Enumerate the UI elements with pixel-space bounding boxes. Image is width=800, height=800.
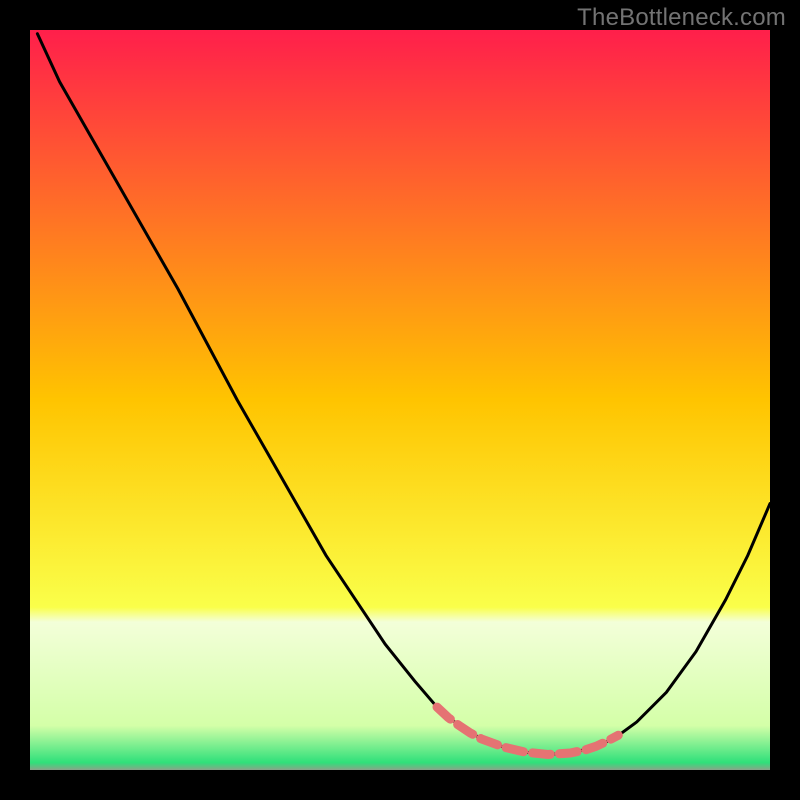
- chart-frame: TheBottleneck.com: [0, 0, 800, 800]
- bottleneck-chart: [30, 30, 770, 770]
- watermark-text: TheBottleneck.com: [577, 4, 786, 32]
- gradient-background: [30, 30, 770, 770]
